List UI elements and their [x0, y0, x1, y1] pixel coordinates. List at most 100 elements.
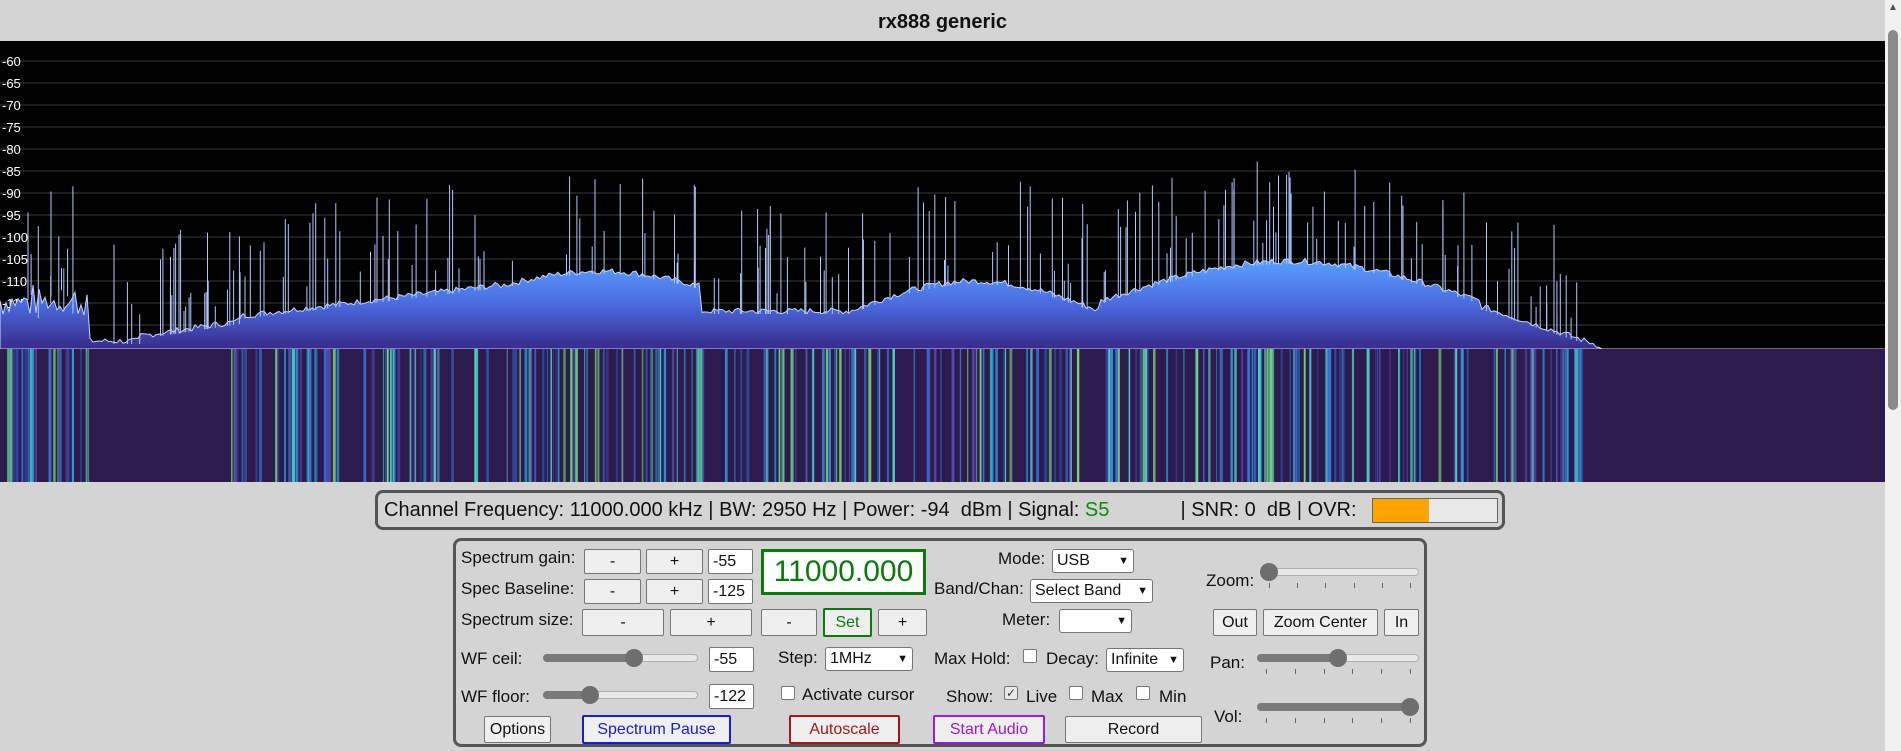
zoom-center-button[interactable]: Zoom Center [1263, 609, 1378, 636]
decay-select[interactable]: Infinite ▼ [1106, 648, 1184, 672]
slider-tick [1294, 669, 1296, 674]
freq-minus-button[interactable]: - [761, 609, 817, 636]
signal-label: Signal: [1018, 499, 1080, 521]
show-max-label: Max [1091, 687, 1124, 706]
vol-slider-fill [1257, 703, 1410, 711]
spectrum-grid [0, 60, 1885, 326]
decay-label: Decay: [1046, 649, 1099, 668]
chevron-down-icon: ▼ [1137, 585, 1148, 597]
page-title: rx888 generic [0, 0, 1885, 41]
step-select[interactable]: 1MHz ▼ [825, 647, 913, 671]
y-tick-label: -75 [2, 120, 21, 135]
band-select[interactable]: Select Band ▼ [1030, 579, 1153, 603]
channel-info-bar: Channel Frequency: 11000.000 kHz | BW: 2… [375, 490, 1505, 530]
slider-tick [1352, 718, 1354, 723]
chevron-down-icon: ▼ [897, 653, 908, 665]
power-unit: dBm [960, 499, 1002, 521]
control-panel: Spectrum gain: - + -55 Spec Baseline: - … [453, 538, 1427, 747]
slider-tick [1353, 583, 1355, 588]
slider-tick [1381, 583, 1383, 588]
bw-label: BW: [719, 499, 757, 521]
chevron-down-icon: ▼ [1118, 555, 1129, 567]
y-tick-label: -60 [2, 54, 21, 69]
slider-tick [1410, 583, 1411, 588]
scroll-thumb[interactable] [1888, 30, 1898, 410]
ovr-meter [1372, 498, 1498, 523]
baseline-plus-button[interactable]: + [646, 579, 703, 604]
meter-select[interactable]: ▼ [1059, 609, 1132, 633]
show-live-label: Live [1026, 687, 1058, 706]
spectrum-pause-button[interactable]: Spectrum Pause [582, 715, 731, 744]
pan-label: Pan: [1210, 653, 1245, 672]
y-tick-label: -90 [2, 186, 21, 201]
zoom-slider[interactable] [1260, 568, 1419, 576]
baseline-minus-button[interactable]: - [584, 579, 641, 604]
size-minus-button[interactable]: - [582, 609, 664, 636]
y-tick-label: -65 [2, 76, 21, 91]
mode-select[interactable]: USB ▼ [1052, 549, 1134, 573]
freq-plus-button[interactable]: + [878, 609, 927, 636]
show-live-checkbox[interactable]: ✓ [1004, 686, 1018, 700]
gain-plus-button[interactable]: + [646, 549, 703, 574]
y-tick-label: -105 [2, 252, 28, 267]
options-button[interactable]: Options [484, 716, 551, 743]
y-tick-label: -100 [2, 230, 28, 245]
wf-floor-input[interactable]: -122 [709, 684, 754, 709]
activate-cursor-checkbox[interactable] [781, 686, 795, 700]
max-hold-checkbox[interactable] [1023, 649, 1037, 663]
slider-tick [1269, 583, 1270, 588]
slider-tick [1410, 669, 1411, 674]
y-tick-label: -110 [2, 274, 27, 289]
start-audio-button[interactable]: Start Audio [933, 715, 1045, 744]
slider-tick [1325, 583, 1327, 588]
zoom-out-button[interactable]: Out [1213, 609, 1257, 636]
spectrum-waterfall-display[interactable]: -60-65-70-75-80-85-90-95-100-105-110-115… [0, 41, 1885, 482]
show-min-label: Min [1159, 687, 1187, 706]
snr-unit: dB [1266, 499, 1292, 521]
spec-baseline-label: Spec Baseline: [461, 579, 575, 598]
set-frequency-button[interactable]: Set [823, 608, 872, 637]
chevron-down-icon: ▼ [1168, 654, 1179, 666]
snr-value: 0 [1244, 499, 1256, 521]
scrollbar[interactable]: ▲ [1885, 0, 1901, 751]
slider-tick [1410, 718, 1411, 723]
wf-ceil-slider-thumb[interactable] [625, 649, 644, 667]
slider-tick [1352, 669, 1354, 674]
mode-label: Mode: [998, 549, 1046, 568]
show-max-checkbox[interactable] [1069, 686, 1083, 700]
zoom-slider-thumb[interactable] [1260, 563, 1278, 581]
autoscale-button[interactable]: Autoscale [789, 715, 900, 744]
waterfall [0, 349, 1885, 482]
pan-slider-thumb[interactable] [1329, 649, 1347, 667]
show-label: Show: [946, 687, 994, 706]
y-tick-label: -70 [2, 98, 21, 113]
scroll-up-icon[interactable]: ▲ [1885, 0, 1901, 16]
wf-floor-slider-thumb[interactable] [581, 686, 600, 704]
gain-minus-button[interactable]: - [584, 549, 641, 574]
step-label: Step: [778, 648, 818, 667]
slider-tick [1323, 669, 1325, 674]
gain-input[interactable]: -55 [708, 549, 753, 574]
frequency-display[interactable]: 11000.000 [761, 549, 926, 595]
slider-tick [1297, 583, 1299, 588]
freq-label: Channel Frequency: [384, 499, 565, 521]
spectrum-size-label: Spectrum size: [461, 610, 574, 629]
wf-ceil-input[interactable]: -55 [709, 647, 754, 672]
record-button[interactable]: Record [1065, 716, 1202, 743]
power-value: -94 [920, 499, 950, 521]
wf-ceil-slider-fill [543, 654, 635, 662]
zoom-label: Zoom: [1206, 571, 1255, 590]
pan-slider-fill [1257, 654, 1338, 662]
show-min-checkbox[interactable] [1136, 686, 1150, 700]
freq-value: 11000.000 kHz [569, 499, 703, 521]
zoom-in-button[interactable]: In [1384, 609, 1419, 636]
y-tick-label: -85 [2, 164, 21, 179]
vol-label: Vol: [1214, 707, 1243, 726]
size-plus-button[interactable]: + [670, 609, 752, 636]
snr-label: SNR: [1191, 499, 1240, 521]
vol-slider-thumb[interactable] [1401, 698, 1419, 716]
spectrum-gain-label: Spectrum gain: [461, 548, 576, 567]
slider-tick [1266, 669, 1267, 674]
y-tick-label: -80 [2, 142, 21, 157]
baseline-input[interactable]: -125 [708, 579, 753, 604]
